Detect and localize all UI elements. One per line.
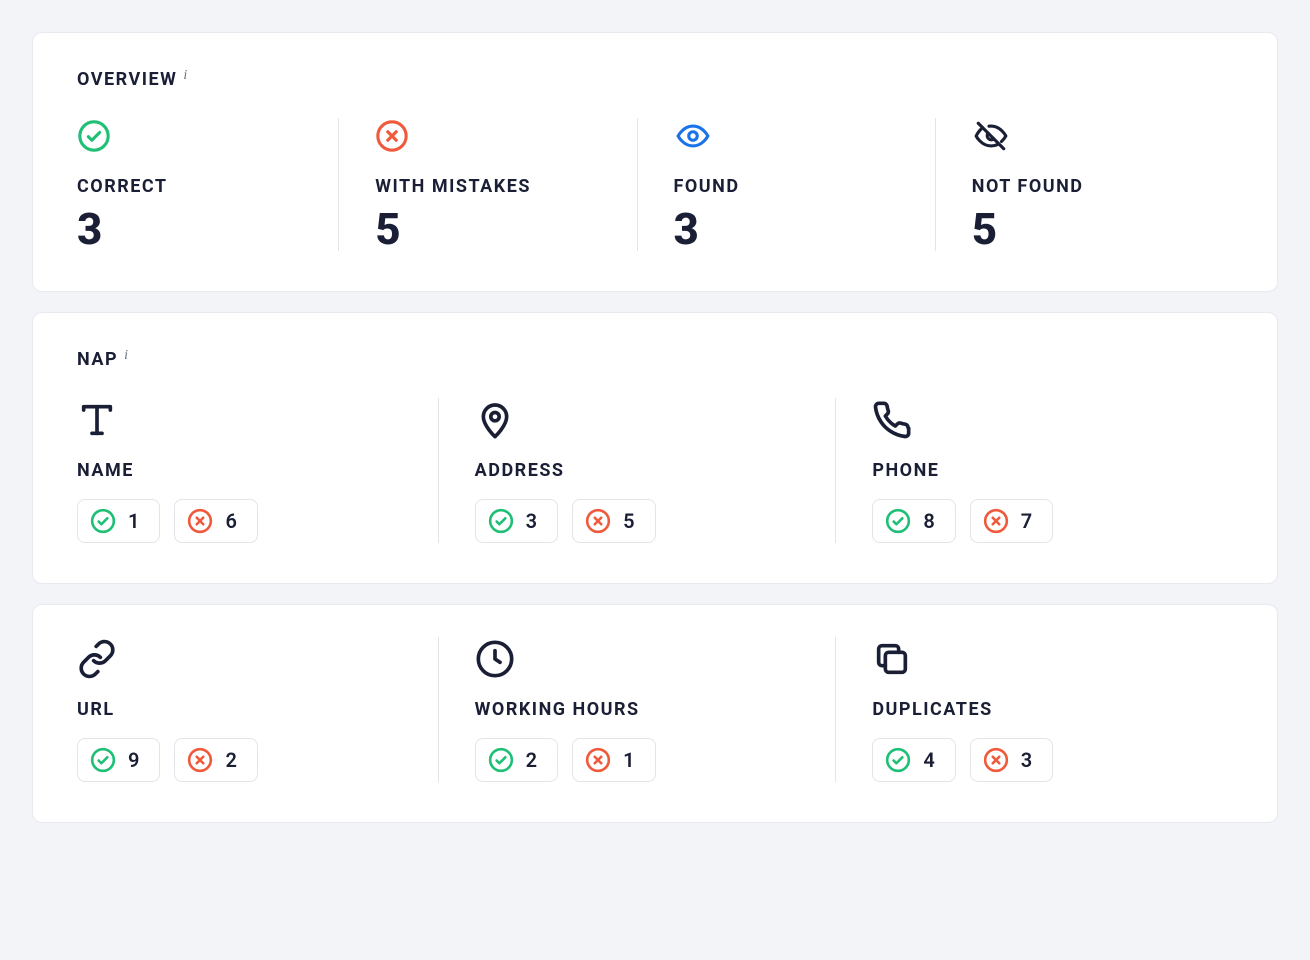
nap-label: PHONE xyxy=(872,460,1233,481)
overview-label: NOT FOUND xyxy=(972,176,1233,197)
x-circle-icon xyxy=(585,508,611,534)
pill-value: 2 xyxy=(526,748,537,772)
nap-label: NAME xyxy=(77,460,438,481)
x-circle-icon xyxy=(983,508,1009,534)
x-circle-icon xyxy=(187,508,213,534)
correct-pill[interactable]: 3 xyxy=(475,499,558,543)
nap-title-text: NAP xyxy=(77,349,118,370)
extra-label: DUPLICATES xyxy=(872,699,1233,720)
clock-icon xyxy=(475,637,836,681)
correct-pill[interactable]: 1 xyxy=(77,499,160,543)
link-icon xyxy=(77,637,438,681)
phone-icon xyxy=(872,398,1233,442)
overview-value: 3 xyxy=(674,207,935,251)
overview-title: OVERVIEW i xyxy=(77,69,1233,90)
check-circle-icon xyxy=(885,508,911,534)
overview-label: FOUND xyxy=(674,176,935,197)
pill-value: 5 xyxy=(623,509,634,533)
extra-item-duplicates: DUPLICATES 4 3 xyxy=(835,637,1233,782)
overview-item-not-found: NOT FOUND 5 xyxy=(935,118,1233,251)
pill-value: 9 xyxy=(128,748,139,772)
pill-row: 2 1 xyxy=(475,738,836,782)
pill-value: 4 xyxy=(923,748,934,772)
wrong-pill[interactable]: 1 xyxy=(572,738,655,782)
nap-title: NAP i xyxy=(77,349,1233,370)
correct-pill[interactable]: 2 xyxy=(475,738,558,782)
overview-value: 5 xyxy=(972,207,1233,251)
info-icon[interactable]: i xyxy=(124,348,129,364)
x-circle-icon xyxy=(187,747,213,773)
correct-pill[interactable]: 8 xyxy=(872,499,955,543)
wrong-pill[interactable]: 2 xyxy=(174,738,257,782)
nap-item-phone: PHONE 8 7 xyxy=(835,398,1233,543)
overview-item-found: FOUND 3 xyxy=(637,118,935,251)
pill-value: 7 xyxy=(1021,509,1032,533)
check-circle-icon xyxy=(90,508,116,534)
extra-label: WORKING HOURS xyxy=(475,699,836,720)
pill-value: 2 xyxy=(225,748,236,772)
x-circle-icon xyxy=(375,118,636,154)
check-circle-icon xyxy=(77,118,338,154)
eye-off-icon xyxy=(972,118,1233,154)
wrong-pill[interactable]: 7 xyxy=(970,499,1053,543)
check-circle-icon xyxy=(488,747,514,773)
extra-label: URL xyxy=(77,699,438,720)
type-icon xyxy=(77,398,438,442)
pill-row: 1 6 xyxy=(77,499,438,543)
extra-row: URL 9 2 WORKING HOURS 2 xyxy=(77,637,1233,782)
pill-row: 3 5 xyxy=(475,499,836,543)
extra-item-hours: WORKING HOURS 2 1 xyxy=(438,637,836,782)
copy-icon xyxy=(872,637,1233,681)
overview-label: CORRECT xyxy=(77,176,338,197)
nap-item-address: ADDRESS 3 5 xyxy=(438,398,836,543)
nap-item-name: NAME 1 6 xyxy=(77,398,438,543)
correct-pill[interactable]: 4 xyxy=(872,738,955,782)
wrong-pill[interactable]: 3 xyxy=(970,738,1053,782)
overview-value: 3 xyxy=(77,207,338,251)
extra-item-url: URL 9 2 xyxy=(77,637,438,782)
overview-title-text: OVERVIEW xyxy=(77,69,177,90)
x-circle-icon xyxy=(585,747,611,773)
pill-row: 4 3 xyxy=(872,738,1233,782)
pill-value: 6 xyxy=(225,509,236,533)
check-circle-icon xyxy=(90,747,116,773)
wrong-pill[interactable]: 5 xyxy=(572,499,655,543)
pill-value: 3 xyxy=(1021,748,1032,772)
extra-card: URL 9 2 WORKING HOURS 2 xyxy=(32,604,1278,823)
wrong-pill[interactable]: 6 xyxy=(174,499,257,543)
nap-card: NAP i NAME 1 6 xyxy=(32,312,1278,584)
pill-value: 8 xyxy=(923,509,934,533)
pill-row: 8 7 xyxy=(872,499,1233,543)
check-circle-icon xyxy=(885,747,911,773)
correct-pill[interactable]: 9 xyxy=(77,738,160,782)
pill-value: 1 xyxy=(623,748,634,772)
overview-value: 5 xyxy=(375,207,636,251)
info-icon[interactable]: i xyxy=(183,68,188,84)
nap-label: ADDRESS xyxy=(475,460,836,481)
overview-row: CORRECT 3 WITH MISTAKES 5 FOUND 3 NOT FO… xyxy=(77,118,1233,251)
overview-item-correct: CORRECT 3 xyxy=(77,118,338,251)
overview-card: OVERVIEW i CORRECT 3 WITH MISTAKES 5 FOU… xyxy=(32,32,1278,292)
map-pin-icon xyxy=(475,398,836,442)
overview-label: WITH MISTAKES xyxy=(375,176,636,197)
nap-row: NAME 1 6 ADDRESS 3 xyxy=(77,398,1233,543)
pill-value: 3 xyxy=(526,509,537,533)
x-circle-icon xyxy=(983,747,1009,773)
pill-row: 9 2 xyxy=(77,738,438,782)
overview-item-mistakes: WITH MISTAKES 5 xyxy=(338,118,636,251)
check-circle-icon xyxy=(488,508,514,534)
pill-value: 1 xyxy=(128,509,139,533)
eye-icon xyxy=(674,118,935,154)
